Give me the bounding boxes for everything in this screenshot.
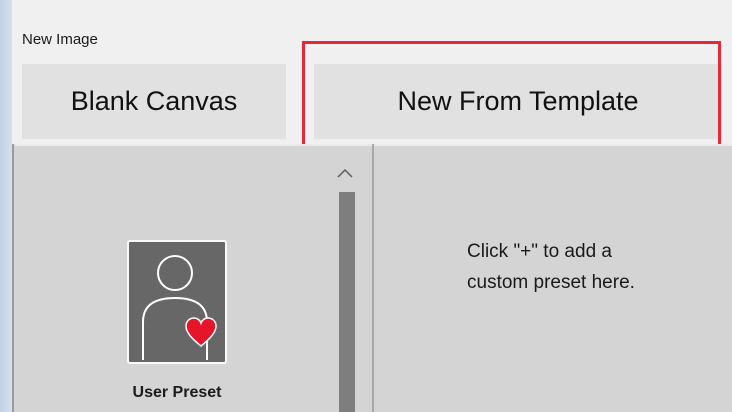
tab-blank-canvas[interactable]: Blank Canvas: [22, 64, 286, 139]
new-image-dialog: New Image Blank Canvas New From Template…: [12, 0, 732, 412]
window-title: New Image: [22, 31, 98, 48]
user-preset-label: User Preset: [132, 384, 222, 401]
hint-text-line-2: custom preset here.: [467, 272, 635, 293]
tab-new-from-template[interactable]: New From Template: [314, 64, 722, 139]
scrollbar-thumb[interactable]: [339, 192, 355, 412]
panel-divider: [372, 144, 374, 412]
chevron-up-icon[interactable]: [333, 162, 357, 184]
content-area: User Preset Click "+" to add a custom pr…: [12, 144, 732, 412]
content-left-border: [12, 144, 14, 412]
hint-text-line-1: Click "+" to add a: [467, 241, 612, 262]
user-heart-icon: [142, 255, 217, 360]
user-preset-tile[interactable]: [127, 240, 227, 364]
preset-detail-panel: Click "+" to add a custom preset here.: [467, 236, 722, 298]
